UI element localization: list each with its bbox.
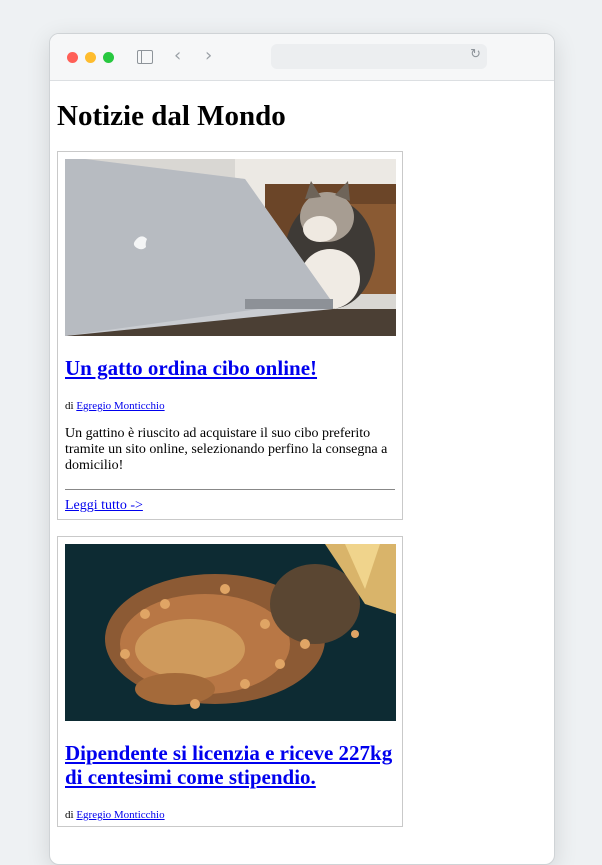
chevron-left-icon[interactable]: ‹	[174, 45, 181, 66]
article-summary: Un gattino è riuscito ad acquistare il s…	[65, 426, 388, 473]
article-card: Un gatto ordina cibo online! di Egregio …	[57, 151, 403, 520]
article-title-link[interactable]: Dipendente si licenzia e riceve 227kg di…	[65, 741, 392, 789]
article-title-link[interactable]: Un gatto ordina cibo online!	[65, 356, 317, 380]
page-title: Notizie dal Mondo	[57, 100, 286, 132]
article-title: Un gatto ordina cibo online!	[65, 356, 395, 380]
article-byline: di Egregio Monticchio	[65, 809, 395, 821]
article-byline: di Egregio Monticchio	[65, 400, 395, 412]
browser-window: ‹ › ↻ Notizie dal Mondo Un gatto ordina …	[49, 33, 555, 865]
sidebar-icon[interactable]	[137, 50, 153, 64]
author-link[interactable]: Egregio Monticchio	[76, 400, 164, 412]
article-image-cat-laptop	[65, 159, 396, 336]
reload-icon[interactable]: ↻	[470, 47, 481, 62]
browser-toolbar: ‹ › ↻	[50, 34, 554, 81]
byline-prefix: di	[65, 809, 74, 821]
author-link[interactable]: Egregio Monticchio	[76, 809, 164, 821]
chevron-right-icon[interactable]: ›	[205, 45, 212, 66]
close-window-button[interactable]	[67, 52, 78, 63]
zoom-window-button[interactable]	[103, 52, 114, 63]
article-card: Dipendente si licenzia e riceve 227kg di…	[57, 536, 403, 827]
address-bar[interactable]: ↻	[271, 44, 487, 69]
read-more-link[interactable]: Leggi tutto ->	[65, 498, 395, 514]
byline-prefix: di	[65, 400, 74, 412]
divider	[65, 489, 395, 490]
article-image-coins	[65, 544, 396, 721]
minimize-window-button[interactable]	[85, 52, 96, 63]
page-content: Notizie dal Mondo Un gatto ordina cibo o…	[50, 99, 554, 827]
article-title: Dipendente si licenzia e riceve 227kg di…	[65, 741, 395, 789]
